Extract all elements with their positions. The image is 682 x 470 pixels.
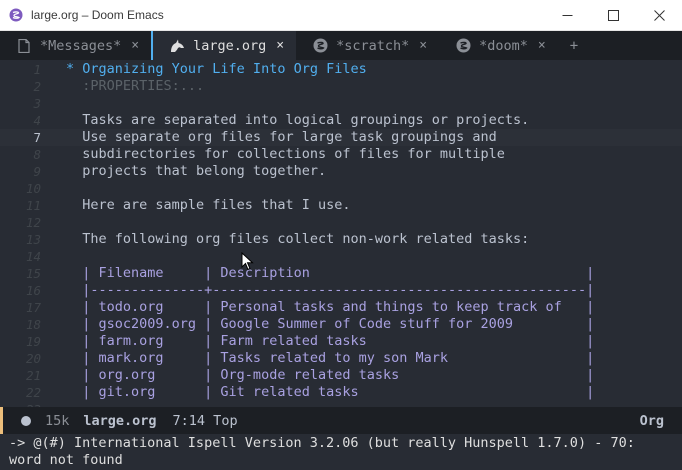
echo-line: -> @(#) International Ispell Version 3.2… [9, 435, 635, 451]
close-window-button[interactable] [636, 0, 682, 31]
org-table-row: | mark.org | Tasks related to my son Mar… [66, 350, 595, 366]
editor-line[interactable]: 16 |--------------+---------------------… [0, 282, 682, 299]
line-text: Tasks are separated into logical groupin… [66, 112, 530, 128]
tab-scratch[interactable]: *scratch* × [296, 31, 439, 60]
tab-close-button[interactable]: × [276, 38, 284, 53]
line-number: 16 [25, 283, 41, 298]
editor-line[interactable]: 10 [0, 180, 682, 197]
line-number: 3 [33, 96, 41, 111]
editor-line[interactable]: 19 | farm.org | Farm related tasks | [0, 333, 682, 350]
editor-buffer[interactable]: 1 * Organizing Your Life Into Org Files 2 … [0, 60, 682, 407]
tab-label: large.org [193, 37, 267, 54]
editor-line[interactable]: 15 | Filename | Description | [0, 265, 682, 282]
editor-line[interactable]: 13 The following org files collect non-w… [0, 231, 682, 248]
line-text: Here are sample files that I use. [66, 197, 351, 213]
editor-line[interactable]: 21 | org.org | Org-mode related tasks | [0, 367, 682, 384]
buffer-state-icon [21, 415, 31, 426]
org-heading: * Organizing Your Life Into Org Files [66, 61, 367, 77]
emacs-icon [312, 38, 328, 54]
line-number: 11 [25, 198, 41, 213]
line-number: 1 [33, 62, 41, 77]
org-properties-drawer: :PROPERTIES:... [66, 78, 205, 94]
tab-bar: *Messages* × large.org × *scratch* × *do… [0, 31, 682, 60]
org-table-row: | org.org | Org-mode related tasks | [66, 367, 595, 383]
line-number: 13 [25, 232, 41, 247]
editor-line[interactable]: 18 | gsoc2009.org | Google Summer of Cod… [0, 316, 682, 333]
editor-line[interactable]: 7 Use separate org files for large task … [0, 129, 682, 146]
tab-label: *doom* [479, 37, 528, 54]
tab-doom[interactable]: *doom* × [439, 31, 558, 60]
editor-line[interactable]: 17 | todo.org | Personal tasks and thing… [0, 299, 682, 316]
tab-large-org[interactable]: large.org × [151, 31, 297, 60]
document-icon [16, 38, 32, 54]
line-number: 7 [33, 130, 41, 145]
window-title: large.org – Doom Emacs [31, 8, 164, 22]
tab-close-button[interactable]: × [538, 38, 546, 53]
line-number: 22 [25, 385, 41, 400]
buffer-name: large.org [83, 412, 157, 429]
editor-line[interactable]: 22 | git.org | Git related tasks | [0, 384, 682, 401]
close-icon [653, 9, 665, 21]
cursor-position: 7:14 Top [172, 412, 238, 429]
maximize-icon [607, 9, 619, 21]
line-number: 10 [25, 181, 41, 196]
line-number: 9 [33, 164, 41, 179]
line-number: 15 [25, 266, 41, 281]
line-number: 8 [33, 147, 41, 162]
org-unicorn-icon [169, 38, 185, 54]
modeline: 15k large.org 7:14 Top Org [0, 407, 682, 434]
buffer-size: 15k [45, 412, 70, 429]
line-text: projects that belong together. [66, 163, 327, 179]
tab-close-button[interactable]: × [131, 38, 139, 53]
editor-line[interactable]: 1 * Organizing Your Life Into Org Files [0, 61, 682, 78]
line-number: 14 [25, 249, 41, 264]
emacs-app-icon [9, 8, 23, 22]
editor-line[interactable]: 2 :PROPERTIES:... [0, 78, 682, 95]
editor-line[interactable]: 14 [0, 248, 682, 265]
org-table-row: | todo.org | Personal tasks and things t… [66, 299, 595, 315]
tab-label: *scratch* [336, 37, 410, 54]
line-number: 12 [25, 215, 41, 230]
major-mode[interactable]: Org [640, 413, 664, 429]
editor-line[interactable]: 11 Here are sample files that I use. [0, 197, 682, 214]
echo-area: -> @(#) International Ispell Version 3.2… [0, 434, 682, 470]
editor-line[interactable]: 3 [0, 95, 682, 112]
tab-messages[interactable]: *Messages* × [0, 31, 151, 60]
line-number: 18 [25, 317, 41, 332]
org-table-row: | farm.org | Farm related tasks | [66, 333, 595, 349]
org-table-row: |--------------+------------------------… [66, 282, 595, 298]
mouse-pointer-icon [241, 252, 254, 271]
editor-line[interactable]: 20 | mark.org | Tasks related to my son … [0, 350, 682, 367]
line-number: 19 [25, 334, 41, 349]
tab-label: *Messages* [40, 37, 122, 54]
echo-line: word not found [9, 452, 123, 468]
editor-line[interactable]: 4 Tasks are separated into logical group… [0, 112, 682, 129]
emacs-icon [455, 38, 471, 54]
window-titlebar: large.org – Doom Emacs [0, 0, 682, 31]
line-number: 21 [25, 368, 41, 383]
minimize-icon [562, 14, 572, 16]
line-text: Use separate org files for large task gr… [66, 129, 497, 145]
line-number: 2 [33, 79, 41, 94]
org-table-row: | git.org | Git related tasks | [66, 384, 595, 400]
editor-line[interactable]: 12 [0, 214, 682, 231]
maximize-button[interactable] [590, 0, 636, 31]
editor-line[interactable]: 8 subdirectories for collections of file… [0, 146, 682, 163]
editor-line[interactable]: 9 projects that belong together. [0, 163, 682, 180]
line-number: 20 [25, 351, 41, 366]
minimize-button[interactable] [544, 0, 590, 31]
org-table-row: | Filename | Description | [66, 265, 595, 281]
line-text: The following org files collect non-work… [66, 231, 530, 247]
tab-close-button[interactable]: × [419, 38, 427, 53]
line-text: subdirectories for collections of files … [66, 146, 505, 162]
line-number: 17 [25, 300, 41, 315]
line-number: 4 [33, 113, 41, 128]
new-tab-button[interactable]: + [558, 31, 590, 60]
org-table-row: | gsoc2009.org | Google Summer of Code s… [66, 316, 595, 332]
